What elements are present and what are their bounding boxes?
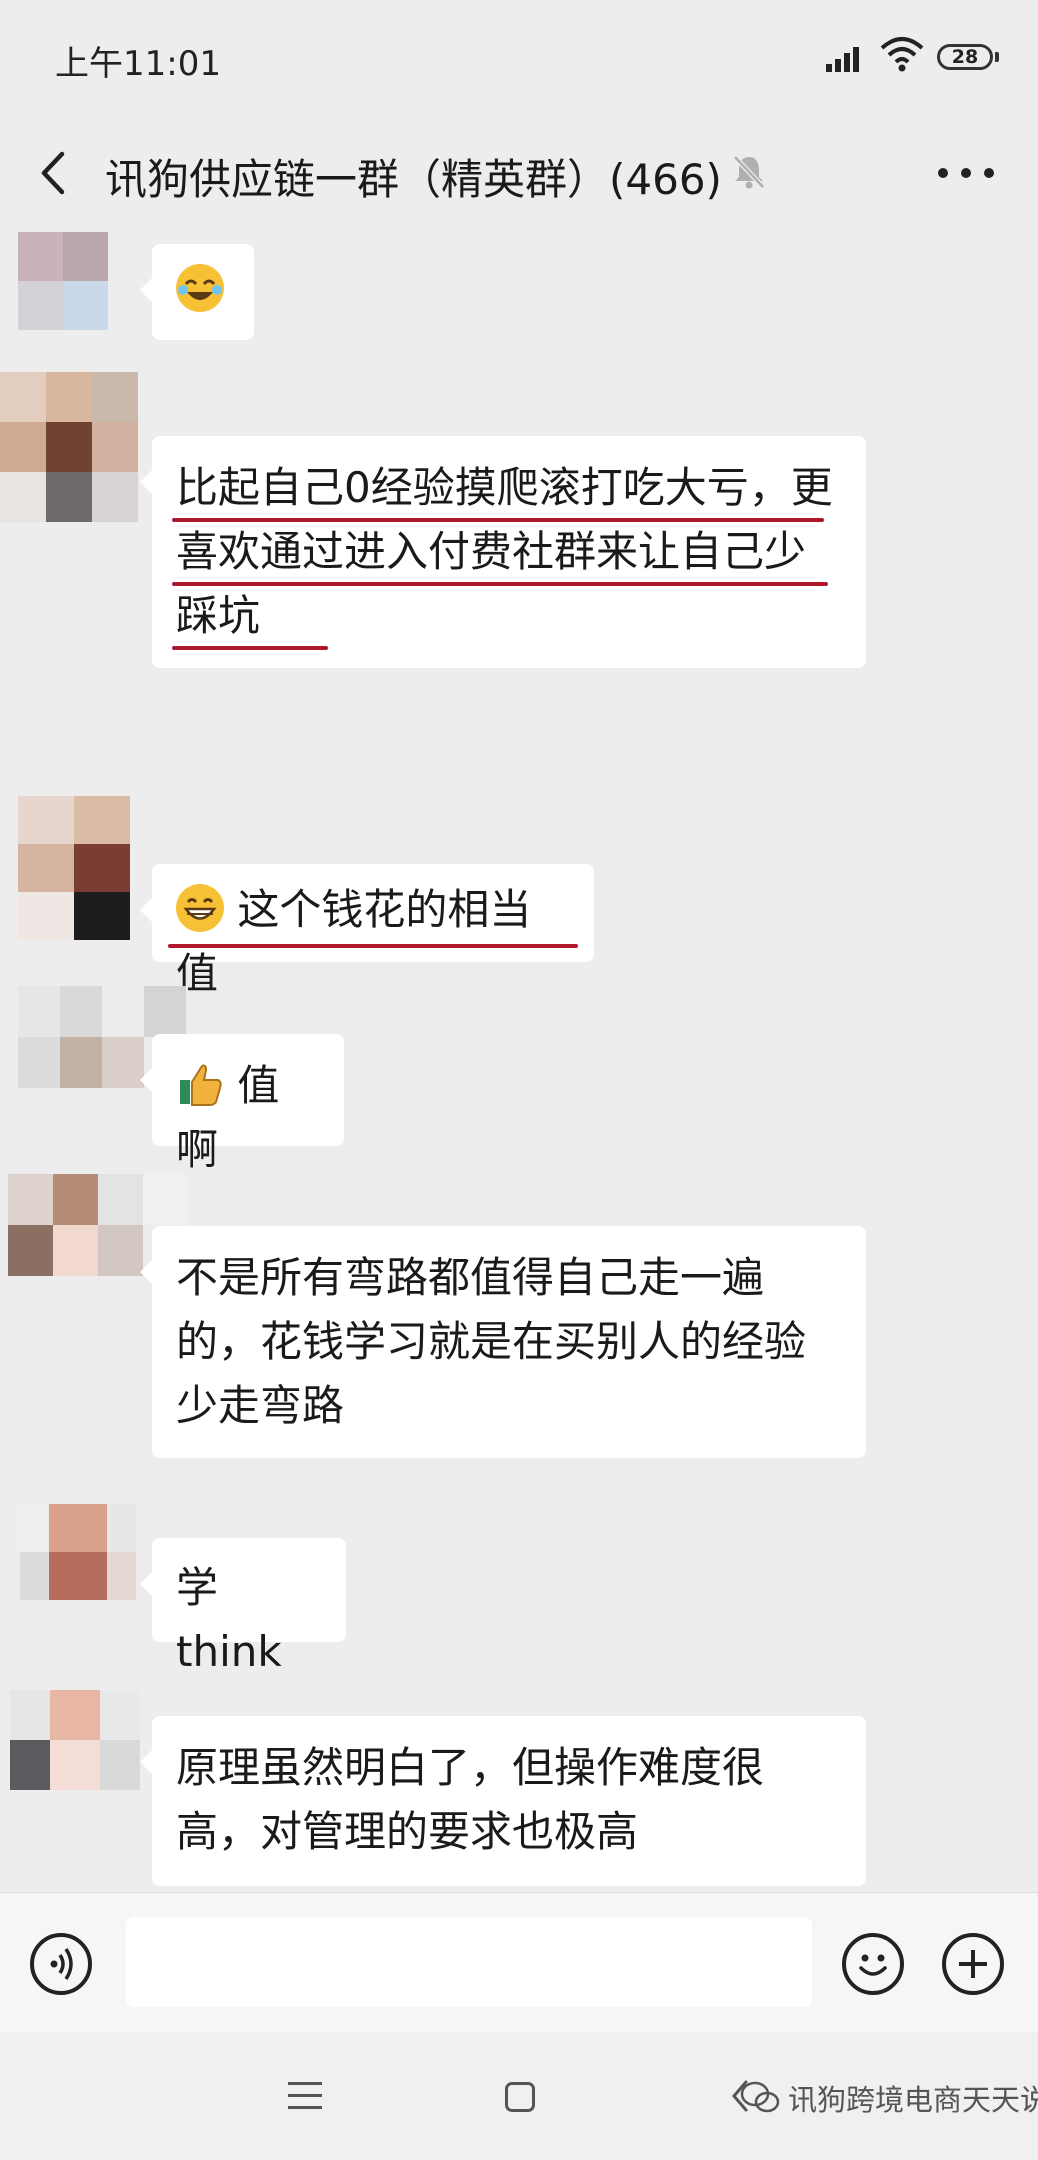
thumbs-up-emoji-icon (176, 1060, 224, 1108)
message-bubble[interactable]: 学 think (140, 1538, 346, 1676)
message-text: 学 think (176, 1563, 282, 1676)
voice-icon (50, 1948, 73, 1980)
highlight-underline (172, 646, 328, 650)
emoji-button[interactable] (842, 1933, 904, 1995)
watermark: 讯狗跨境电商天天说 (740, 2078, 1038, 2118)
back-arrow-icon[interactable] (30, 148, 80, 198)
more-functions-button[interactable] (942, 1933, 1004, 1995)
voice-input-button[interactable] (30, 1933, 92, 1995)
message-bubble[interactable]: 不是所有弯路都值得自己走一遍的，花钱学习就是在买别人的经验 少走弯路 (140, 1226, 866, 1458)
plus-icon (959, 1950, 987, 1978)
input-bar (0, 1892, 1038, 2033)
status-bar: 上午11:01 28 (0, 0, 1038, 118)
message-text: 不是所有弯路都值得自己走一遍的，花钱学习就是在买别人的经验 少走弯路 (176, 1253, 807, 1430)
avatar[interactable] (10, 1690, 140, 1790)
highlight-underline (172, 518, 824, 522)
signal-icon (826, 44, 866, 72)
battery-icon: 28 (937, 44, 993, 70)
wechat-logo-icon (740, 2081, 780, 2113)
message-text: 比起自己0经验摸爬滚打吃大亏，更喜欢通过进入付费社群来让自己少踩坑 (176, 463, 833, 640)
muted-bell-icon (733, 155, 765, 189)
message-bubble[interactable]: 这个钱花的相当值 (140, 864, 594, 998)
message-bubble[interactable]: 值啊 (140, 1034, 344, 1174)
avatar[interactable] (20, 1504, 136, 1600)
more-options-icon[interactable] (938, 168, 994, 180)
battery-tip (995, 52, 999, 62)
recent-apps-icon[interactable] (288, 2082, 322, 2110)
status-time: 上午11:01 (55, 44, 221, 84)
watermark-text: 讯狗跨境电商天天说 (788, 2083, 1038, 2117)
battery-level: 28 (951, 46, 979, 68)
wifi-icon (880, 37, 924, 72)
avatar[interactable] (18, 796, 130, 940)
smiley-icon (859, 1954, 887, 1976)
highlight-underline (172, 582, 828, 586)
home-icon[interactable] (505, 2082, 535, 2112)
message-text: 原理虽然明白了，但操作难度很高，对管理的要求也极高 (176, 1743, 765, 1856)
chat-header: 讯狗供应链一群（精英群）(466) (0, 118, 1038, 228)
highlight-underline (168, 944, 578, 948)
system-nav-bar: 讯狗跨境电商天天说 (0, 2032, 1038, 2160)
message-bubble[interactable] (140, 244, 254, 340)
message-bubble[interactable]: 原理虽然明白了，但操作难度很高，对管理的要求也极高 (140, 1716, 866, 1886)
chat-title: 讯狗供应链一群（精英群）(466) (105, 155, 722, 204)
message-text: 这个钱花的相当值 (176, 885, 532, 998)
laughing-crying-emoji-icon (176, 264, 224, 312)
avatar[interactable] (18, 232, 108, 330)
message-input[interactable] (126, 1917, 812, 2007)
avatar[interactable] (0, 372, 138, 522)
grinning-emoji-icon (176, 884, 224, 932)
message-bubble[interactable]: 比起自己0经验摸爬滚打吃大亏，更喜欢通过进入付费社群来让自己少踩坑 (140, 436, 866, 668)
